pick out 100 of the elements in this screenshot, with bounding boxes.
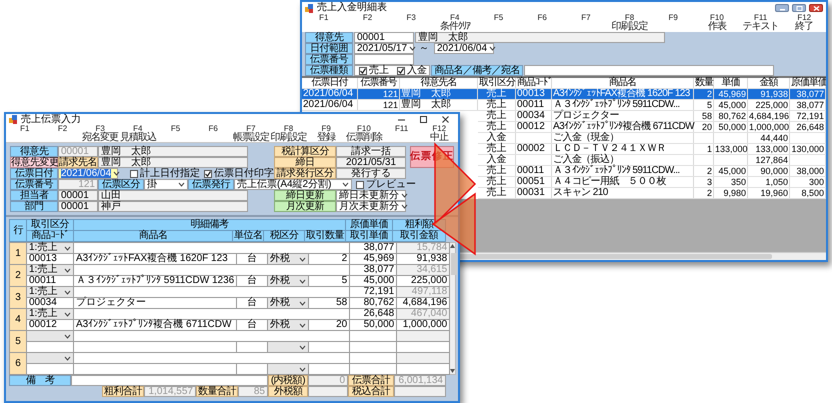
remarks-cell[interactable]	[74, 287, 350, 297]
checkbox[interactable]	[356, 180, 364, 188]
table-row[interactable]: 売上 00051 Ａ４コピー用紙 ５００枚 3 350 1,050 300	[478, 177, 826, 188]
function-key-button[interactable]: F8 印刷設定	[608, 14, 652, 32]
remarks-cell[interactable]	[74, 331, 350, 341]
close-button[interactable]	[809, 4, 823, 12]
type-dropdown[interactable]: 1:売上	[27, 265, 73, 275]
function-key-button[interactable]: F3	[389, 14, 434, 32]
tax-dropdown[interactable]: 外税	[268, 320, 308, 330]
table-row[interactable]: 売上 00034 プロジェクター 58 80,762 4,684,196 72,191	[478, 111, 826, 122]
function-key-button[interactable]: F7	[564, 14, 608, 32]
tax-dropdown[interactable]: 外税	[268, 254, 308, 264]
type-dropdown[interactable]: 1:売上	[27, 309, 73, 319]
tax-calc-field[interactable]: 請求一括	[336, 146, 406, 157]
function-key-button[interactable]: F9 登録	[307, 125, 346, 142]
table-cell: 130,000	[790, 144, 826, 154]
function-key-button[interactable]: F7 帳票設定	[232, 125, 270, 142]
department-code-field[interactable]: 00001	[58, 201, 98, 212]
table-cell: 2021/06/04	[302, 89, 358, 99]
table-cell: プロジェクター	[552, 111, 694, 121]
remarks-cell[interactable]	[74, 309, 350, 319]
checkbox[interactable]	[359, 66, 367, 74]
function-key-button[interactable]: F11 テキスト	[738, 14, 782, 32]
column-header: 行	[10, 220, 26, 241]
maximize-button[interactable]	[792, 4, 806, 12]
function-key-button[interactable]: F2	[346, 14, 390, 32]
table-row[interactable]: 入金 ご入金（振込） 127,864	[478, 155, 826, 166]
monthly-update-dropdown[interactable]: 月次未更新分	[336, 201, 406, 212]
tax-dropdown[interactable]: 外税	[268, 298, 308, 308]
function-key-button[interactable]: F8 印刷設定	[270, 125, 308, 142]
remarks-cell[interactable]	[74, 265, 350, 275]
maximize-icon[interactable]	[419, 115, 428, 124]
keyword-field[interactable]	[524, 65, 774, 76]
type-dropdown[interactable]: 1:売上	[27, 243, 73, 253]
table-cell	[397, 353, 450, 363]
function-key-button[interactable]: F6	[520, 14, 564, 32]
customer-name-field[interactable]: 豊岡 太郎	[98, 146, 248, 157]
checkbox-label: 計上日付指定	[140, 168, 200, 178]
function-key-button[interactable]: F11	[382, 125, 420, 142]
function-key-button[interactable]: F5	[156, 125, 194, 142]
table-row[interactable]: 売上 00012 A3ｲﾝｸｼﾞｪｯﾄﾌﾟﾘﾝﾀ複合機 6711CDW 20 50,000 1,000,000 26,648	[478, 122, 826, 133]
checkbox[interactable]	[204, 170, 212, 178]
function-key-button[interactable]: F1	[6, 125, 44, 142]
caret-icon	[342, 181, 349, 188]
table-row[interactable]: 入金 ご入金（現金） 44,440	[478, 133, 826, 144]
function-key-button[interactable]: F3 宛名変更	[81, 125, 120, 142]
customer-code-field[interactable]: 00001	[354, 32, 414, 43]
function-key-button[interactable]: F5	[476, 14, 520, 32]
customer-name-field[interactable]: 豊岡 太郎	[415, 32, 665, 43]
checkbox[interactable]	[130, 170, 138, 178]
table-row[interactable]: 売上 00002 ＬＣＤ－ＴＶ２４１ＸＷＲ 1 133,000 133,000 130,000	[478, 144, 826, 155]
column-header: 伝票番号	[358, 78, 400, 88]
tax-included-field[interactable]	[394, 386, 446, 397]
up-arrow-icon[interactable]	[450, 244, 456, 248]
scrollbar[interactable]	[450, 242, 456, 375]
function-key-button[interactable]: F10 作表	[695, 14, 739, 32]
slip-issue-dropdown[interactable]: 売上伝票(A4縦2分割)	[234, 179, 352, 190]
function-key-button[interactable]: F4 見積取込	[119, 125, 157, 142]
close-icon[interactable]	[441, 115, 450, 124]
checkbox[interactable]	[397, 66, 405, 74]
date-field[interactable]: 2021/06/04	[58, 168, 118, 179]
caret-icon	[64, 288, 71, 296]
closing-update-dropdown[interactable]: 締日未更新分	[336, 190, 406, 201]
invoice-issue-field[interactable]: 発行する	[336, 168, 406, 179]
type-dropdown[interactable]: 1:売上	[27, 287, 73, 297]
customer-label: 得意先	[305, 32, 353, 43]
slip-number-field[interactable]	[354, 54, 414, 65]
function-key-button[interactable]: F12 中止	[420, 125, 458, 142]
function-key-button[interactable]: F9	[651, 14, 696, 32]
scroll-thumb[interactable]	[451, 253, 458, 275]
remarks-cell[interactable]	[74, 353, 350, 363]
department-name-field[interactable]: 神戸	[98, 201, 248, 212]
function-key-button[interactable]: F6	[194, 125, 232, 142]
table-row[interactable]: 2021/06/04 121 豊岡 太郎 売上 00011 Ａ３ｲﾝｸｼﾞｪｯﾄﾌﾟﾘﾝﾀ 5911CDW... 5 45,000 225,000 38,077	[302, 100, 826, 111]
function-key-button[interactable]: F1	[302, 14, 346, 32]
window-title: 売上伝票入力	[21, 114, 81, 125]
change-customer-button[interactable]: 得意先変更	[10, 157, 58, 168]
remarks-field[interactable]	[71, 375, 268, 386]
minimize-button[interactable]	[775, 4, 789, 12]
tax-dropdown[interactable]: 外税	[268, 276, 308, 286]
function-key-button[interactable]: F2	[44, 125, 82, 142]
tax-dropdown[interactable]	[268, 342, 308, 352]
date-field[interactable]: 2021/06/04	[434, 43, 494, 54]
staff-name-field[interactable]: 山田	[98, 190, 248, 201]
table-row[interactable]: 売上 00031 スキャン 210 2 9,980 19,960 8,500	[478, 188, 826, 199]
function-key-button[interactable]: F4 条件ｸﾘｱ	[433, 14, 477, 32]
tax-dropdown[interactable]	[268, 364, 308, 374]
staff-code-field[interactable]: 00001	[58, 190, 98, 201]
date-field[interactable]: 2021/05/17	[354, 43, 414, 54]
table-row[interactable]: 2021/06/04 121 豊岡 太郎 売上 00013 A3ｲﾝｸｼﾞｪｯﾄFAX複合機 1620F 123 2 45,969 91,938 38,077	[302, 89, 826, 100]
table-row[interactable]: 売上 00011 Ａ３ｲﾝｸｼﾞｪｯﾄﾌﾟﾘﾝﾀ 5911CDW... 2 45,000 90,000 38,000	[478, 166, 826, 177]
outer-tax-field[interactable]	[308, 386, 348, 397]
function-key-button[interactable]: F12 終了	[782, 14, 826, 32]
closing-date-field[interactable]: 2021/05/31	[336, 157, 406, 168]
billing-name-field[interactable]: 豊岡 太郎	[98, 157, 248, 168]
down-arrow-icon[interactable]	[450, 369, 456, 373]
remarks-cell[interactable]	[74, 243, 350, 253]
table-cell: 45,000	[714, 100, 748, 110]
function-key-button[interactable]: F10 伝票削除	[345, 125, 383, 142]
slip-type-dropdown[interactable]: 掛	[144, 179, 188, 190]
